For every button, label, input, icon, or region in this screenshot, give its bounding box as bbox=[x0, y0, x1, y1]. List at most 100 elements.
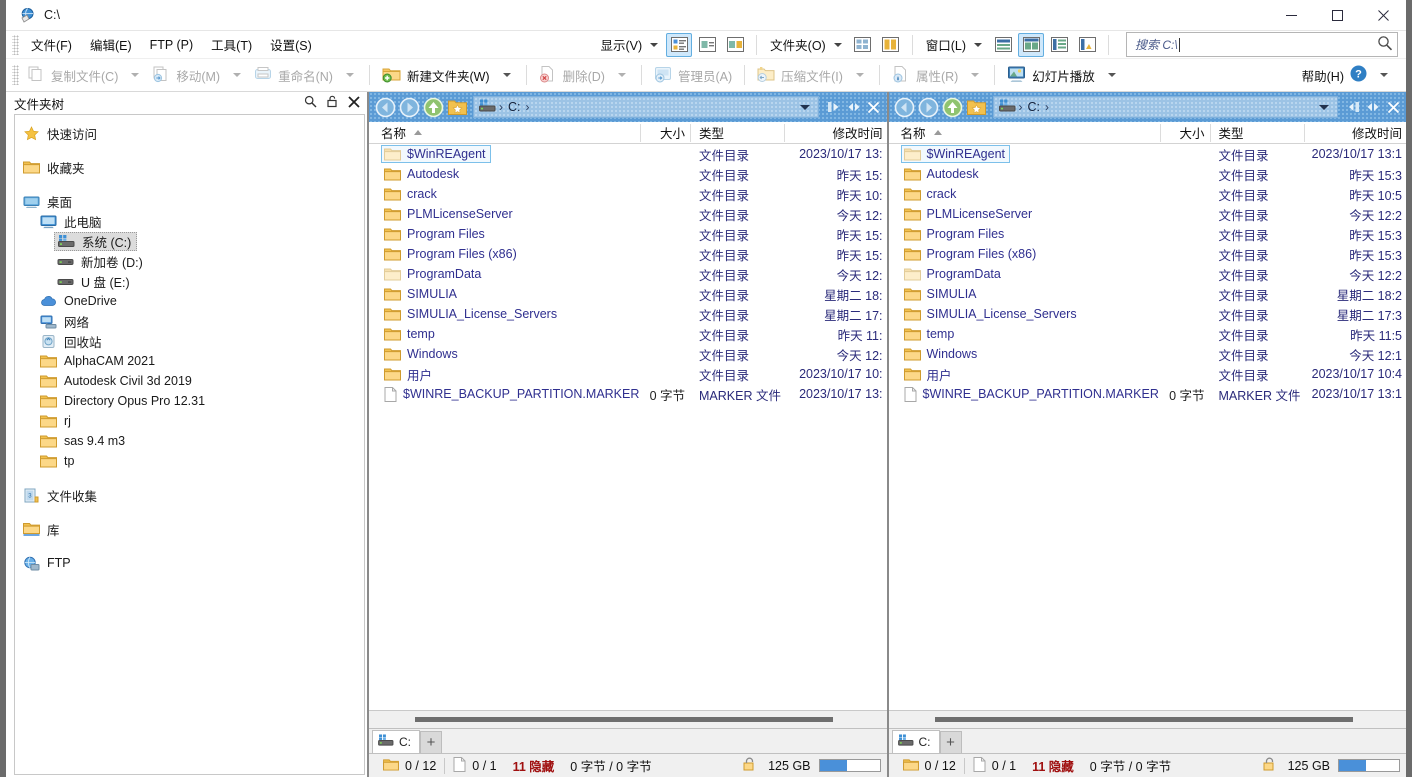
table-row[interactable]: ProgramData 文件目录 今天 12:2 bbox=[889, 264, 1407, 284]
forward-icon[interactable] bbox=[397, 95, 421, 119]
layout-dual-horizontal-button[interactable] bbox=[1046, 33, 1072, 57]
table-row[interactable]: ProgramData 文件目录 今天 12: bbox=[369, 264, 887, 284]
table-row[interactable]: SIMULIA_License_Servers 文件目录 星期二 17:3 bbox=[889, 304, 1407, 324]
zip-button[interactable]: 压缩文件(I) bbox=[752, 62, 848, 89]
breadcrumb-right[interactable]: › C: › bbox=[993, 96, 1339, 118]
close-pane-icon[interactable] bbox=[1383, 95, 1403, 119]
table-row[interactable]: SIMULIA_License_Servers 文件目录 星期二 17: bbox=[369, 304, 887, 324]
chevron-down-icon[interactable] bbox=[971, 73, 979, 77]
tree-item-1[interactable]: 收藏夹 bbox=[15, 157, 364, 177]
tree-item-18[interactable]: FTP bbox=[15, 553, 364, 573]
table-row[interactable]: $WinREAgent 文件目录 2023/10/17 13: bbox=[369, 144, 887, 164]
toolbar-grip[interactable] bbox=[12, 35, 19, 55]
breadcrumb-left[interactable]: › C: › bbox=[473, 96, 819, 118]
column-modified[interactable]: 修改时间 bbox=[1305, 122, 1407, 144]
chevron-down-icon[interactable] bbox=[856, 73, 864, 77]
unlock-icon[interactable] bbox=[742, 757, 759, 775]
folder-menu[interactable]: 文件夹(O) bbox=[764, 32, 849, 57]
table-row[interactable]: crack 文件目录 昨天 10:5 bbox=[889, 184, 1407, 204]
swap-panes-icon[interactable] bbox=[1363, 95, 1383, 119]
tree-item-0[interactable]: 快速访问 bbox=[15, 123, 364, 143]
menu-settings[interactable]: 设置(S) bbox=[261, 31, 321, 58]
tree-item-16[interactable]: 3文件收集 bbox=[15, 485, 364, 505]
display-menu[interactable]: 显示(V) bbox=[594, 32, 665, 57]
close-button[interactable] bbox=[1360, 0, 1406, 31]
table-row[interactable]: 用户 文件目录 2023/10/17 10:4 bbox=[889, 364, 1407, 384]
file-list-right[interactable]: $WinREAgent 文件目录 2023/10/17 13:1 Autodes… bbox=[889, 144, 1407, 710]
tree-item-5[interactable]: 新加卷 (D:) bbox=[15, 251, 364, 271]
slideshow-button[interactable]: 幻灯片播放 bbox=[1002, 62, 1100, 89]
menu-file[interactable]: 文件(F) bbox=[22, 31, 81, 58]
tree-item-8[interactable]: 网络 bbox=[15, 311, 364, 331]
tree-unpin-icon[interactable] bbox=[326, 95, 339, 111]
maximize-button[interactable] bbox=[1314, 0, 1360, 31]
chevron-down-icon[interactable] bbox=[503, 73, 511, 77]
chevron-down-icon[interactable] bbox=[618, 73, 626, 77]
menu-edit[interactable]: 编辑(E) bbox=[81, 31, 141, 58]
table-row[interactable]: PLMLicenseServer 文件目录 今天 12:2 bbox=[889, 204, 1407, 224]
close-pane-icon[interactable] bbox=[864, 95, 884, 119]
search-icon[interactable] bbox=[1377, 35, 1393, 54]
up-icon[interactable] bbox=[941, 95, 965, 119]
tree-search-icon[interactable] bbox=[304, 95, 317, 111]
tree-item-4[interactable]: 系统 (C:) bbox=[15, 231, 364, 251]
properties-button[interactable]: 属性(R) bbox=[887, 62, 963, 89]
table-row[interactable]: temp 文件目录 昨天 11:5 bbox=[889, 324, 1407, 344]
chevron-down-icon[interactable] bbox=[1108, 73, 1116, 77]
breadcrumb-segment-drive[interactable]: C: bbox=[508, 100, 521, 114]
table-row[interactable]: SIMULIA 文件目录 星期二 18: bbox=[369, 284, 887, 304]
folder-tab-c[interactable]: C: bbox=[372, 730, 420, 753]
tree-item-11[interactable]: Autodesk Civil 3d 2019 bbox=[15, 371, 364, 391]
column-type[interactable]: 类型 bbox=[691, 122, 785, 144]
tree-item-13[interactable]: rj bbox=[15, 411, 364, 431]
tree-close-icon[interactable] bbox=[348, 96, 360, 111]
tree-item-17[interactable]: 库 bbox=[15, 519, 364, 539]
table-row[interactable]: Program Files (x86) 文件目录 昨天 15:3 bbox=[889, 244, 1407, 264]
move-button[interactable]: 移动(M) bbox=[147, 62, 225, 89]
column-name[interactable]: 名称 bbox=[889, 122, 1161, 144]
table-row[interactable]: Windows 文件目录 今天 12:1 bbox=[889, 344, 1407, 364]
table-row[interactable]: $WINRE_BACKUP_PARTITION.MARKER 0 字节 MARK… bbox=[889, 384, 1407, 404]
new-folder-button[interactable]: 新建文件夹(W) bbox=[377, 62, 495, 89]
tree-item-15[interactable]: tp bbox=[15, 451, 364, 471]
folder-tree-list[interactable]: 快速访问收藏夹桌面此电脑系统 (C:)新加卷 (D:)U 盘 (E:)OneDr… bbox=[14, 114, 365, 775]
view-list-button[interactable] bbox=[694, 33, 720, 57]
table-row[interactable]: PLMLicenseServer 文件目录 今天 12: bbox=[369, 204, 887, 224]
new-tab-button[interactable]: + bbox=[940, 731, 962, 753]
chevron-down-icon[interactable] bbox=[346, 73, 354, 77]
tree-item-2[interactable]: 桌面 bbox=[15, 191, 364, 211]
new-tab-button[interactable]: + bbox=[420, 731, 442, 753]
column-type[interactable]: 类型 bbox=[1211, 122, 1305, 144]
view-thumbnails-button[interactable] bbox=[722, 33, 748, 57]
breadcrumb-dropdown-icon[interactable] bbox=[800, 105, 810, 110]
table-row[interactable]: $WINRE_BACKUP_PARTITION.MARKER 0 字节 MARK… bbox=[369, 384, 887, 404]
layout-dual-vertical-button[interactable] bbox=[1018, 33, 1044, 57]
admin-button[interactable]: 管理员(A) bbox=[649, 62, 737, 89]
table-row[interactable]: crack 文件目录 昨天 10: bbox=[369, 184, 887, 204]
folder-dual-button[interactable] bbox=[878, 33, 904, 57]
column-modified[interactable]: 修改时间 bbox=[785, 122, 887, 144]
rename-button[interactable]: 重命名(N) bbox=[249, 62, 338, 89]
menu-tools[interactable]: 工具(T) bbox=[202, 31, 261, 58]
breadcrumb-segment-drive[interactable]: C: bbox=[1028, 100, 1041, 114]
unlock-icon[interactable] bbox=[1262, 757, 1279, 775]
swap-panes-icon[interactable] bbox=[844, 95, 864, 119]
favorites-icon[interactable] bbox=[965, 95, 989, 119]
column-size[interactable]: 大小 bbox=[1161, 122, 1211, 144]
toolbar-grip[interactable] bbox=[12, 65, 19, 85]
table-row[interactable]: Program Files (x86) 文件目录 昨天 15: bbox=[369, 244, 887, 264]
scrollbar-thumb[interactable] bbox=[415, 717, 833, 722]
layout-viewer-button[interactable] bbox=[1074, 33, 1100, 57]
search-input[interactable]: 搜索 C:\ bbox=[1126, 32, 1398, 57]
back-icon[interactable] bbox=[373, 95, 397, 119]
folder-tab-c[interactable]: C: bbox=[892, 730, 940, 753]
table-row[interactable]: Autodesk 文件目录 昨天 15: bbox=[369, 164, 887, 184]
table-row[interactable]: Program Files 文件目录 昨天 15: bbox=[369, 224, 887, 244]
window-menu[interactable]: 窗口(L) bbox=[920, 32, 989, 57]
split-pane-icon[interactable] bbox=[1343, 95, 1363, 119]
tree-item-9[interactable]: 回收站 bbox=[15, 331, 364, 351]
table-row[interactable]: Autodesk 文件目录 昨天 15:3 bbox=[889, 164, 1407, 184]
column-size[interactable]: 大小 bbox=[641, 122, 691, 144]
folder-tree-grid-button[interactable] bbox=[850, 33, 876, 57]
table-row[interactable]: temp 文件目录 昨天 11: bbox=[369, 324, 887, 344]
